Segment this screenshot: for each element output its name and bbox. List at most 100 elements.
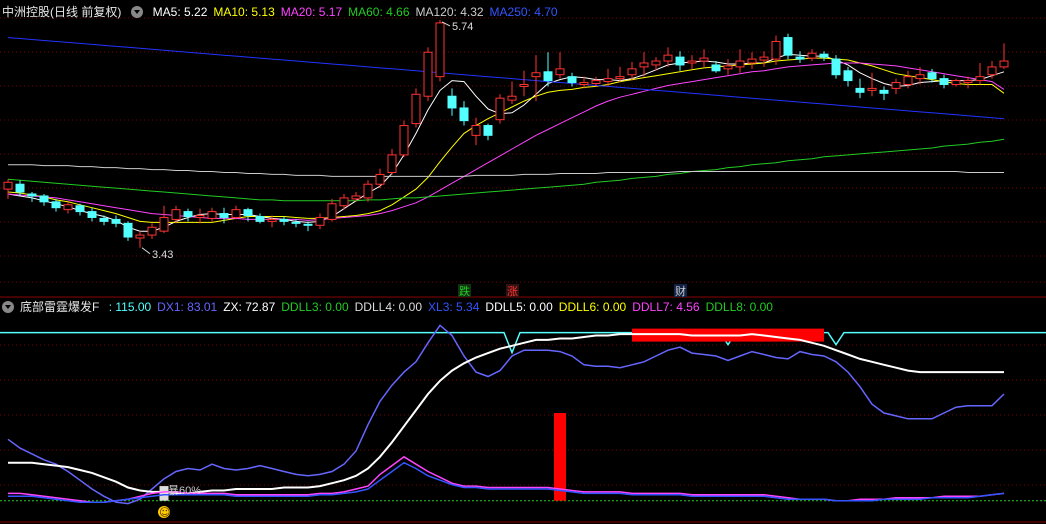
upper-legend: MA5: 5.22 MA10: 5.13 MA20: 5.17 MA60: 4.66 M… [153, 5, 564, 19]
lower-legend-item: DDLL7: 4.56 [632, 300, 700, 314]
candle-body [183, 211, 193, 217]
candle-body [687, 60, 697, 64]
candle-body [135, 234, 145, 239]
candle-body [15, 183, 25, 193]
candle-body [423, 51, 433, 97]
candle-body [543, 71, 553, 82]
indicator-line-xl3 [8, 461, 1005, 503]
dropdown-icon[interactable] [2, 300, 14, 313]
candle-body [303, 223, 313, 226]
candle-body [831, 58, 841, 76]
candle-body [111, 218, 121, 224]
candle-body [807, 52, 817, 59]
candle-body [879, 89, 889, 94]
pct-label: 暴60% [168, 484, 201, 497]
candle-body [963, 80, 973, 84]
candle-body [603, 78, 613, 83]
dropdown-icon[interactable] [131, 5, 144, 18]
lower-legend-item: DDLL4: 0.00 [354, 300, 423, 314]
upper-legend-item: MA10: 5.13 [213, 5, 275, 19]
lower-legend-item: : 115.00 [108, 300, 152, 314]
candle-body [771, 40, 781, 60]
candle-body [63, 204, 73, 211]
lower-legend: : 115.00 DX1: 83.01 ZX: 72.87 DDLL3: 0.00 DD… [109, 300, 779, 314]
candle-body [255, 215, 265, 222]
candle-body [87, 211, 97, 218]
candle-body [51, 201, 61, 209]
upper-legend-item: MA250: 4.70 [489, 5, 558, 19]
candle-body [267, 218, 277, 222]
candle-body [987, 66, 997, 76]
candle-body [363, 183, 373, 199]
low-pointer [141, 247, 151, 255]
candle-body [627, 68, 637, 76]
signal-bar [554, 413, 566, 501]
candle-body [903, 76, 913, 85]
candle-body [867, 87, 877, 91]
lower-legend-item: DDLL6: 0.00 [558, 300, 627, 314]
lower-legend-item: DDLL5: 0.00 [485, 300, 553, 314]
candle-body [375, 173, 385, 185]
candle-body [675, 56, 685, 66]
candle-body [387, 154, 397, 173]
candle-body [711, 64, 721, 72]
ma-line-ma10 [7, 57, 1005, 223]
candle-body [315, 216, 325, 226]
candle-body [591, 80, 601, 85]
candle-body [519, 83, 529, 87]
candle-body [99, 217, 109, 222]
candle-body [123, 222, 133, 238]
low-label: 3.43 [152, 249, 173, 261]
candle-body [507, 95, 517, 101]
candle-body [447, 95, 457, 109]
candle-body [399, 125, 409, 156]
lower-header: 底部雷霆爆发F : 115.00 DX1: 83.01 ZX: 72.87 DDLL3… [2, 298, 785, 316]
upper-legend-item: MA5: 5.22 [152, 5, 208, 19]
candle-body [27, 193, 37, 197]
candle-body [735, 60, 745, 68]
candle-body [327, 203, 337, 220]
candle-body [651, 60, 661, 66]
candle-body [951, 80, 961, 85]
candle-body [147, 226, 157, 236]
candle-body [459, 107, 469, 122]
candle-body [279, 218, 289, 222]
candle-body [555, 68, 565, 76]
event-marker: 跌 [459, 284, 470, 298]
candle-body [783, 37, 793, 56]
upper-legend-item: MA60: 4.66 [348, 5, 410, 19]
ma-line-ma20 [7, 62, 1005, 221]
candle-body [291, 221, 301, 224]
candle-body [435, 22, 445, 78]
upper-legend-item: MA20: 5.17 [280, 5, 343, 19]
lower-legend-item: XL3: 5.34 [428, 300, 480, 314]
lower-legend-item: DDLL8: 0.00 [705, 300, 773, 314]
candle-body [567, 76, 577, 84]
candle-body [243, 209, 253, 217]
indicator-line-dx1 [7, 324, 1005, 505]
lower-title: 底部雷霆爆发F [20, 300, 100, 314]
candle-body [927, 72, 937, 80]
candle-body [471, 125, 481, 136]
smile-icon: ☺ [159, 506, 170, 519]
lower-legend-item: DX1: 83.01 [157, 300, 218, 314]
candle-body [915, 74, 925, 80]
event-marker: 涨 [507, 285, 518, 298]
candle-body [699, 57, 709, 62]
upper-legend-item: MA120: 4.32 [415, 5, 484, 19]
candle-body [939, 78, 949, 85]
candle-body [351, 195, 361, 200]
candle-body [615, 76, 625, 80]
candle-body [723, 65, 733, 70]
candle-body [207, 211, 217, 219]
ma-line-ma120 [8, 164, 1004, 177]
candle-body [999, 60, 1009, 68]
kline-chart[interactable]: 5.74 3.43 跌 涨 财暴60% ☺ [0, 0, 1046, 524]
candle-body [495, 97, 505, 121]
candle-body [339, 197, 349, 207]
candle-body [747, 58, 757, 64]
upper-title: 中洲控股(日线 前复权) [2, 5, 122, 19]
candle-body [759, 56, 769, 61]
high-label: 5.74 [452, 21, 473, 33]
candle-body [483, 125, 493, 136]
